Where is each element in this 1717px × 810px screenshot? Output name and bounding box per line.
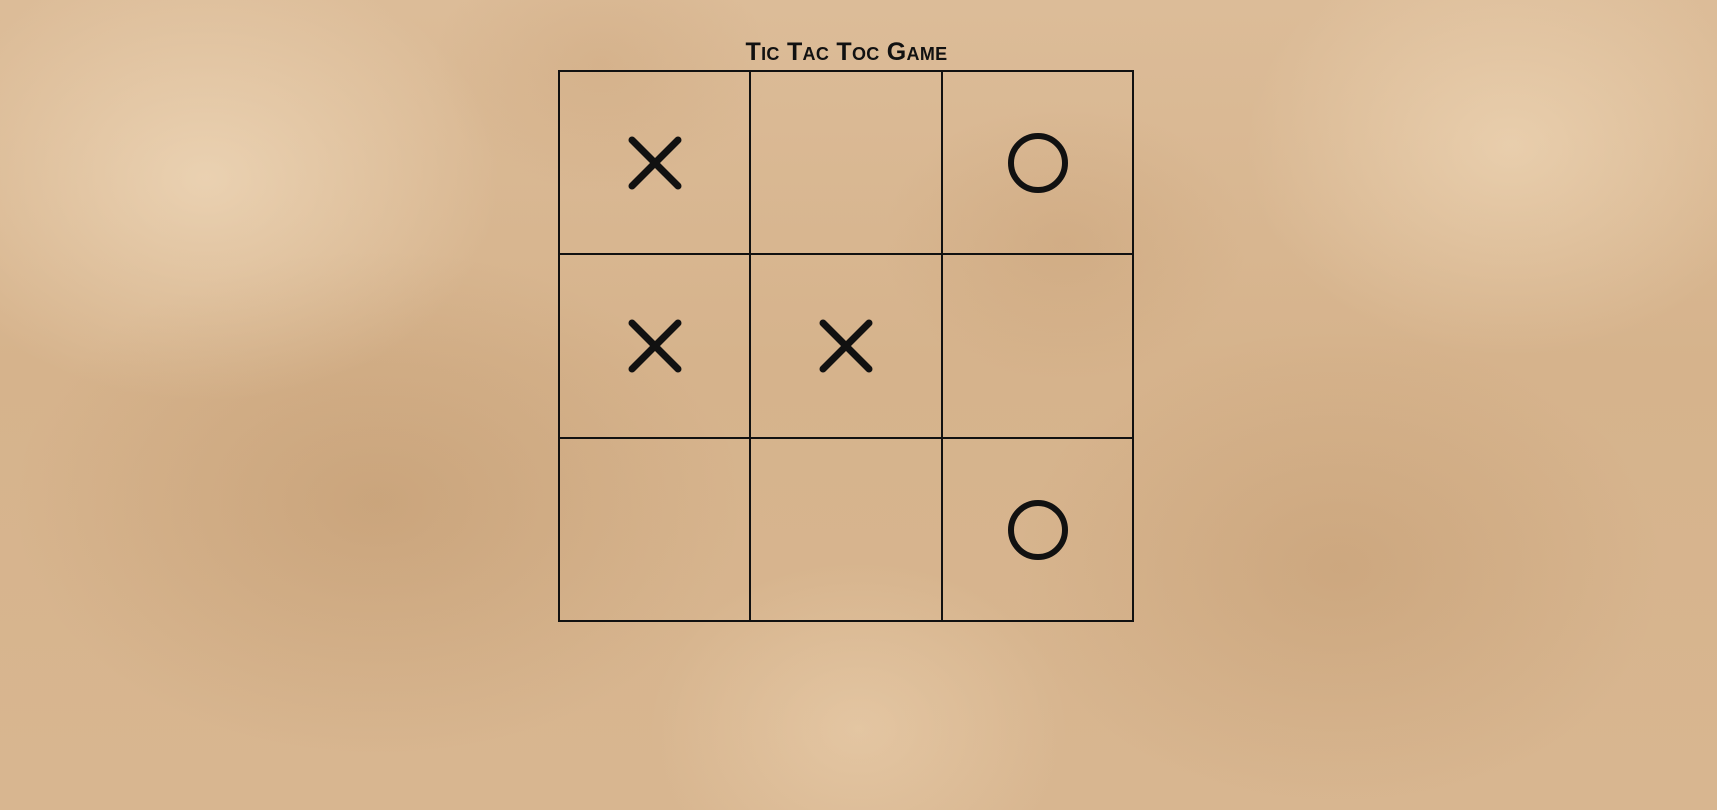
game-board [558, 70, 1134, 622]
board-cell-9[interactable] [943, 439, 1132, 620]
board-cell-3[interactable] [943, 72, 1132, 255]
game-title: Tic Tac Toc Game [745, 38, 948, 66]
o-mark-icon [1005, 130, 1071, 196]
board-cell-4[interactable] [560, 255, 751, 439]
x-mark-icon [622, 130, 688, 196]
board-cell-6[interactable] [943, 255, 1132, 439]
x-mark-icon [622, 313, 688, 379]
x-mark-icon [813, 313, 879, 379]
board-cell-8[interactable] [751, 439, 943, 620]
board-cell-1[interactable] [560, 72, 751, 255]
board-cell-2[interactable] [751, 72, 943, 255]
board-cell-5[interactable] [751, 255, 943, 439]
o-mark-icon [1005, 497, 1071, 563]
board-cell-7[interactable] [560, 439, 751, 620]
